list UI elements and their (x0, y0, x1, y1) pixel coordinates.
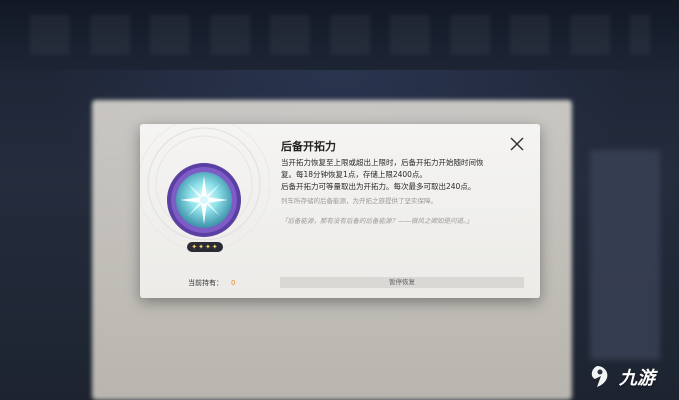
hold-label: 当前持有： (188, 279, 223, 287)
watermark: 九游 (587, 362, 655, 392)
watermark-text: 九游 (619, 368, 655, 389)
flavor-quote: 「后备能源，那有没有后备的后备能源？——微风之卿如是问道。」 (281, 217, 473, 225)
description-line: 当开拓力恢复至上限或超出上限时，后备开拓力开始随时间恢 (281, 158, 484, 167)
dialog-title: 后备开拓力 (281, 140, 336, 153)
reserve-trailblaze-power-orb-icon (167, 163, 241, 237)
close-icon[interactable] (509, 136, 525, 152)
description-line: 复。每18分钟恢复1点，存储上限2400点。 (281, 170, 427, 179)
hold-count: 0 (231, 279, 236, 287)
current-holding: 当前持有： 0 (188, 276, 235, 290)
background-blurred-items (30, 15, 650, 55)
reserve-power-dialog: ✦✦✦✦ 当前持有： 0 后备开拓力 当开拓力恢复至上限或超出上限时，后备开拓力开… (140, 124, 540, 298)
rarity-stars: ✦✦✦✦ (187, 242, 223, 252)
jiuyou-logo-icon (591, 366, 608, 387)
flavor-note: 列车所存储的后备能源，为开拓之旅提供了坚实保障。 (281, 197, 437, 205)
background-blurred-sidebar (590, 150, 660, 360)
description-line: 后备开拓力可等量取出为开拓力。每次最多可取出240点。 (281, 182, 476, 191)
description: 当开拓力恢复至上限或超出上限时，后备开拓力开始随时间恢 复。每18分钟恢复1点，… (281, 157, 526, 193)
pause-recovery-button[interactable]: 暂停恢复 (280, 277, 524, 288)
